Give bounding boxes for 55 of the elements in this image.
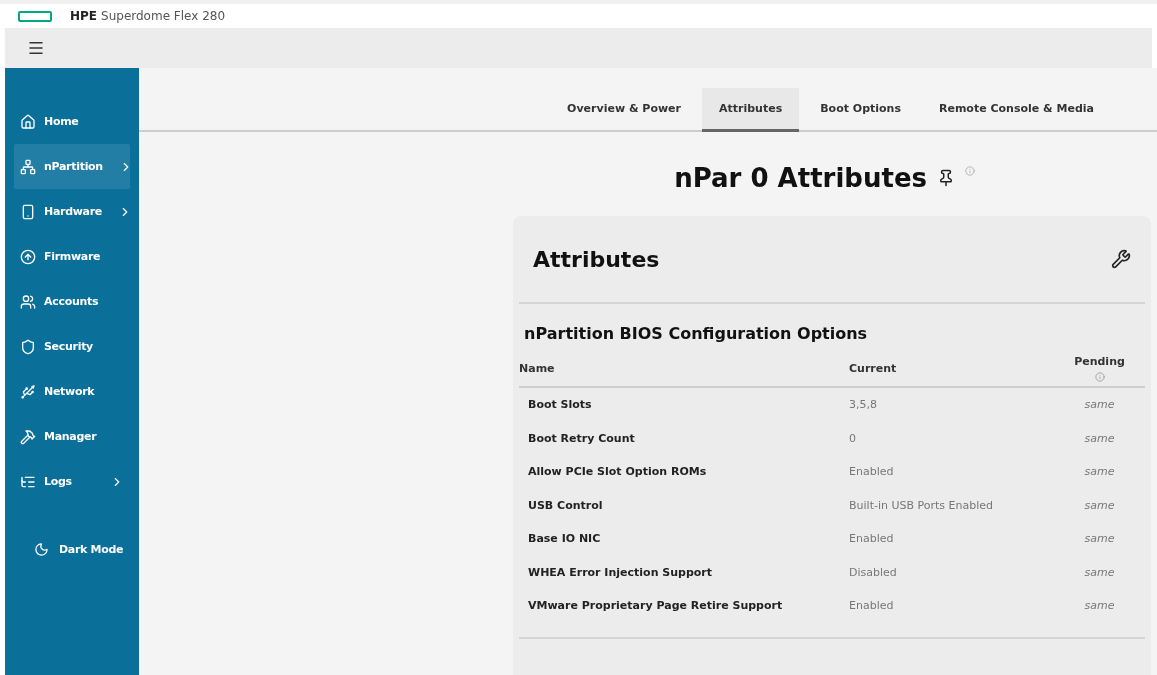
table-cell-text: Boot Retry Count	[527, 430, 636, 447]
dark-mode-toggle[interactable]: Dark Mode	[14, 542, 130, 557]
table-cell-text: Enabled	[849, 531, 895, 548]
table-cell-text: same	[1083, 531, 1116, 548]
device-icon	[20, 203, 36, 220]
tab[interactable]: Remote Console & Media	[921, 88, 1111, 132]
table-cell-text: same	[1083, 397, 1116, 414]
tab[interactable]: Attributes	[702, 88, 800, 132]
arrow-up-circle-icon	[20, 248, 36, 265]
card-title: Attributes	[533, 246, 660, 272]
page-title: nPar 0 Attributes	[674, 163, 927, 193]
table-cell-text: Base IO NIC	[527, 531, 602, 548]
table-cell-text: WHEA Error Injection Support	[527, 564, 714, 581]
wrench-icon[interactable]	[1111, 249, 1131, 269]
logo-icon	[18, 10, 52, 22]
table-cell-text: Enabled	[849, 598, 895, 615]
tab[interactable]: Overview & Power	[550, 88, 698, 132]
shield-icon	[20, 338, 36, 355]
table-cell-text: same	[1083, 464, 1116, 481]
table-cell-text: Boot Slots	[527, 397, 593, 414]
table-cell-text: Enabled	[849, 464, 895, 481]
home-icon	[20, 113, 36, 130]
product-title: HPE Superdome Flex 280	[70, 9, 226, 23]
section-title: nPartition BIOS Configuration Options	[524, 324, 869, 343]
sidebar-item[interactable]: Hardware	[14, 189, 130, 234]
table-cell-text: Allow PCIe Slot Option ROMs	[527, 464, 708, 481]
hierarchy-icon	[20, 158, 36, 175]
table-cell-text: Built-in USB Ports Enabled	[849, 497, 994, 514]
sidebar-item[interactable]: Security	[14, 324, 130, 369]
moon-icon	[34, 542, 49, 557]
table-cell-text: USB Control	[527, 497, 604, 514]
sidebar-item[interactable]: Network	[14, 369, 130, 414]
column-header: Name	[519, 362, 555, 375]
sidebar-item[interactable]: nPartition	[14, 144, 130, 189]
sidebar-item[interactable]: Logs	[14, 459, 130, 504]
table-cell-text: same	[1083, 497, 1116, 514]
sidebar-item[interactable]: Firmware	[14, 234, 130, 279]
users-icon	[20, 293, 36, 310]
table-cell-text: same	[1083, 430, 1116, 447]
table-cell-text: 0	[849, 430, 857, 447]
column-header: Current	[849, 362, 897, 375]
usb-icon	[20, 383, 36, 400]
menu-icon[interactable]	[27, 39, 45, 57]
column-header: Pending	[1074, 355, 1125, 368]
sidebar-item[interactable]: Manager	[14, 414, 130, 459]
table-cell-text: same	[1083, 598, 1116, 615]
table-cell-text: VMware Proprietary Page Retire Support	[527, 598, 784, 615]
tab[interactable]: Boot Options	[803, 88, 918, 132]
sidebar-item[interactable]: Accounts	[14, 279, 130, 324]
pin-icon[interactable]	[937, 169, 955, 187]
sidebar-item[interactable]: Home	[14, 99, 130, 144]
table-cell-text: Disabled	[849, 564, 898, 581]
table-cell-text: 3,5,8	[849, 397, 878, 414]
table-cell-text: same	[1083, 564, 1116, 581]
hammer-icon	[20, 428, 36, 445]
